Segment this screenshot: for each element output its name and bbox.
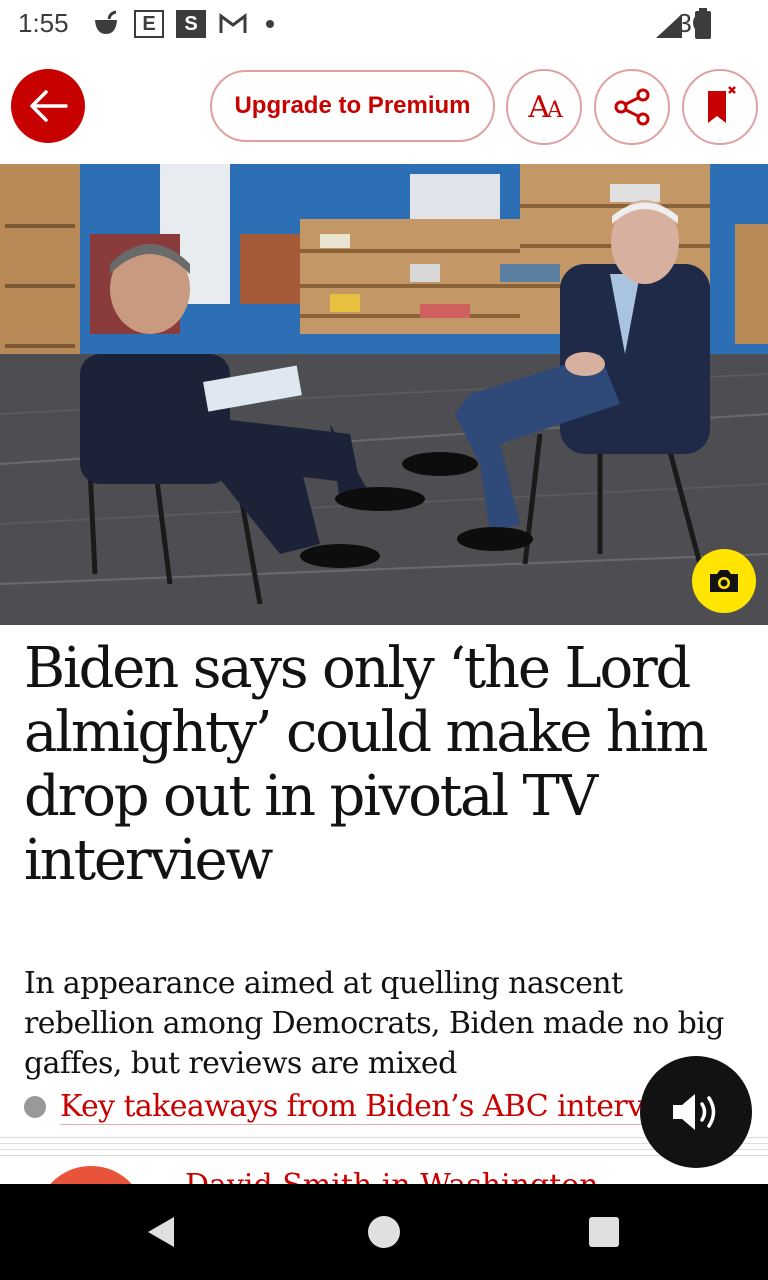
- interview-photo: [0, 164, 768, 625]
- text-size-button[interactable]: AA: [506, 69, 582, 145]
- back-button[interactable]: [11, 69, 85, 143]
- nav-back-icon[interactable]: [146, 1216, 176, 1248]
- system-navigation-bar: [0, 1184, 768, 1280]
- arrow-left-icon: [30, 90, 68, 122]
- notification-cup-icon: [95, 10, 117, 34]
- nav-recents-icon[interactable]: [589, 1217, 619, 1247]
- upgrade-premium-button[interactable]: Upgrade to Premium: [210, 70, 495, 142]
- bookmark-remove-icon: [708, 86, 736, 123]
- speaker-icon: [673, 1094, 716, 1130]
- article-standfirst: In appearance aimed at quelling nascent …: [24, 966, 724, 1081]
- key-takeaways-link-text: Key takeaways from Biden’s ABC interview: [60, 1089, 695, 1125]
- status-time: 1:55: [18, 8, 69, 38]
- bookmark-button[interactable]: [682, 69, 758, 145]
- article-headline: Biden says only ‘the Lord almighty’ coul…: [24, 636, 709, 893]
- e-icon: E: [134, 10, 164, 38]
- share-icon: [614, 88, 650, 126]
- photo-caption-button[interactable]: [692, 549, 756, 613]
- status-notification-icons: E S: [92, 10, 274, 38]
- article-toolbar: Upgrade to Premium AA: [0, 50, 768, 162]
- s-icon: S: [176, 10, 206, 38]
- bullet-icon: [24, 1096, 46, 1118]
- divider: [0, 1149, 768, 1150]
- camera-icon: [710, 570, 738, 592]
- status-bar: 1:55 E S 3G: [0, 0, 768, 50]
- key-takeaways-link[interactable]: Key takeaways from Biden’s ABC interview: [24, 1085, 744, 1129]
- gmail-icon: [219, 13, 247, 33]
- signal-icon: [656, 14, 682, 38]
- battery-icon: [695, 8, 711, 39]
- nav-home-icon[interactable]: [368, 1216, 400, 1248]
- listen-audio-button[interactable]: [640, 1056, 752, 1168]
- share-button[interactable]: [594, 69, 670, 145]
- divider: [0, 1155, 768, 1156]
- hero-image: [0, 164, 768, 625]
- dot-icon: [266, 20, 274, 28]
- text-size-icon: AA: [528, 89, 563, 125]
